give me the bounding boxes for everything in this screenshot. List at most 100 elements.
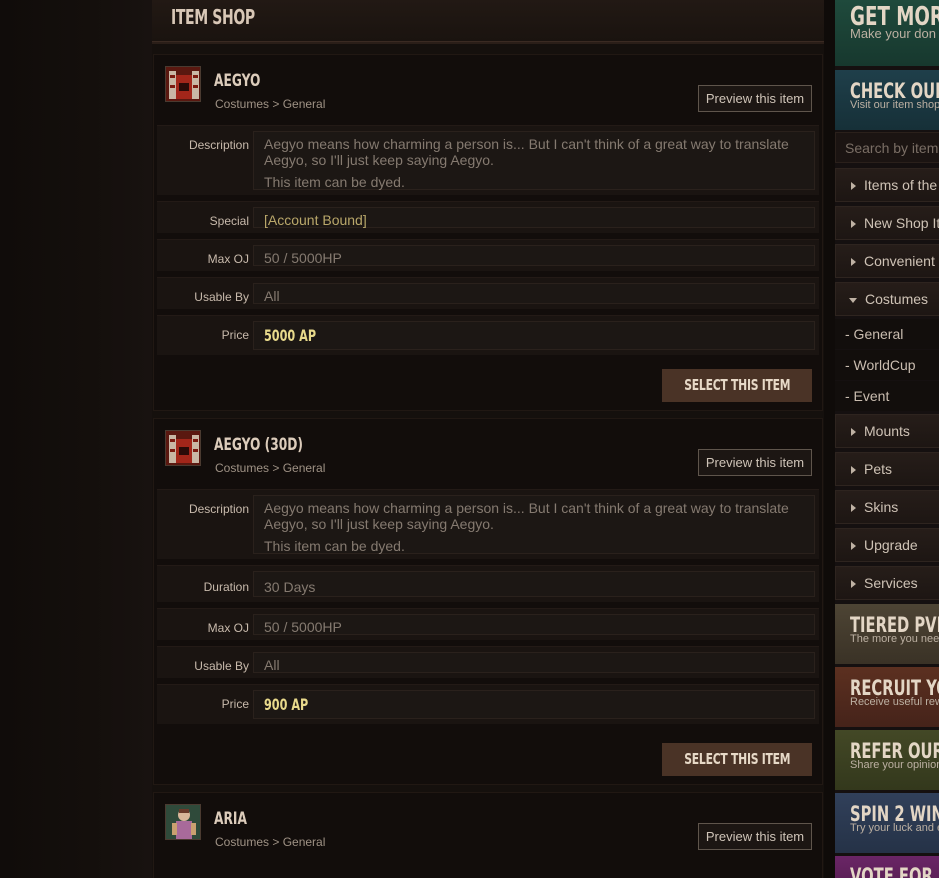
usable-by-value: All — [253, 652, 815, 673]
max-oj-row: Max OJ 50 / 5000HP — [157, 239, 819, 271]
banner-title: VOTE FOR US — [850, 864, 939, 878]
max-oj-value: 50 / 5000HP — [253, 614, 815, 635]
description-row: Description Aegyo means how charming a p… — [157, 489, 819, 559]
caret-down-icon — [849, 297, 857, 303]
price-text: 5000 AP — [264, 326, 317, 345]
description-row: Description Aegyo means how charming a p… — [157, 125, 819, 195]
banner-title: CHECK OUR IT — [850, 79, 939, 103]
select-item-button[interactable]: SELECT THIS ITEM — [662, 743, 812, 776]
menu-new-shop-items[interactable]: New Shop It — [835, 206, 939, 240]
description-label: Description — [188, 138, 249, 152]
usable-by-label: Usable By — [194, 659, 249, 673]
duration-row: Duration 30 Days — [157, 565, 819, 602]
menu-skins[interactable]: Skins — [835, 490, 939, 524]
item-category: Costumes > General — [215, 461, 326, 475]
submenu-general[interactable]: - General — [835, 319, 939, 349]
banner-title: GET MOR — [850, 2, 939, 32]
item-name: AEGYO — [214, 71, 261, 91]
menu-label: New Shop It — [864, 215, 939, 231]
spin-2-win-banner[interactable]: SPIN 2 WIN Try your luck and e — [835, 793, 939, 853]
caret-right-icon — [851, 580, 856, 589]
shop-item-card: ARIA Costumes > General Preview this ite… — [153, 792, 823, 878]
banner-title: TIERED PVP R — [850, 613, 939, 637]
description-text: Aegyo means how charming a person is... … — [264, 136, 789, 168]
submenu-event[interactable]: - Event — [835, 381, 939, 411]
menu-label: Costumes — [865, 291, 929, 307]
price-row: Price 5000 AP — [157, 315, 819, 355]
menu-costumes[interactable]: Costumes — [835, 282, 939, 316]
menu-label: Convenient — [864, 253, 935, 269]
menu-upgrade[interactable]: Upgrade — [835, 528, 939, 562]
menu-label: Mounts — [864, 423, 910, 439]
max-oj-row: Max OJ 50 / 5000HP — [157, 608, 819, 640]
item-header: AEGYO (30D) Costumes > General Preview t… — [154, 419, 822, 489]
caret-right-icon — [851, 466, 856, 475]
menu-pets[interactable]: Pets — [835, 452, 939, 486]
shop-sidebar: GET MOR Make your don CHECK OUR IT Visit… — [835, 0, 939, 878]
caret-right-icon — [851, 258, 856, 267]
caret-right-icon — [851, 182, 856, 191]
caret-right-icon — [851, 220, 856, 229]
menu-label: Skins — [864, 499, 899, 515]
description-value: Aegyo means how charming a person is... … — [253, 495, 815, 554]
menu-label: Pets — [864, 461, 893, 477]
select-item-button[interactable]: SELECT THIS ITEM — [662, 369, 812, 402]
price-text: 900 AP — [264, 695, 309, 714]
check-items-banner[interactable]: CHECK OUR IT Visit our item shop — [835, 70, 939, 130]
banner-title: REFER OUR S — [850, 739, 939, 763]
usable-by-row: Usable By All — [157, 277, 819, 309]
menu-label: Items of the — [864, 177, 938, 193]
item-name: ARIA — [214, 809, 247, 829]
caret-right-icon — [851, 542, 856, 551]
description-value: Aegyo means how charming a person is... … — [253, 131, 815, 190]
price-value: 900 AP — [253, 690, 815, 719]
page-background-left — [0, 0, 152, 878]
item-header: ARIA Costumes > General Preview this ite… — [154, 793, 822, 863]
description-note: This item can be dyed. — [264, 538, 405, 554]
tiered-pvp-banner[interactable]: TIERED PVP R The more you nee — [835, 604, 939, 664]
description-note: This item can be dyed. — [264, 174, 405, 190]
shop-item-card: AEGYO (30D) Costumes > General Preview t… — [153, 418, 823, 785]
caret-right-icon — [851, 428, 856, 437]
item-search-input[interactable]: Search by item — [835, 132, 939, 163]
preview-item-button[interactable]: Preview this item — [698, 823, 812, 850]
recruit-banner[interactable]: RECRUIT YOU Receive useful rew — [835, 667, 939, 727]
special-value: [Account Bound] — [253, 207, 815, 228]
banner-title: RECRUIT YOU — [850, 676, 939, 700]
duration-label: Duration — [203, 580, 249, 594]
vote-banner[interactable]: VOTE FOR US — [835, 856, 939, 878]
special-label: Special — [209, 214, 249, 228]
special-row: Special [Account Bound] — [157, 201, 819, 233]
costume-item-icon — [165, 804, 201, 840]
preview-item-button[interactable]: Preview this item — [698, 85, 812, 112]
banner-title: SPIN 2 WIN — [850, 802, 939, 826]
description-text: Aegyo means how charming a person is... … — [264, 500, 789, 532]
page-title: ITEM SHOP — [171, 5, 255, 29]
caret-right-icon — [851, 504, 856, 513]
submenu-worldcup[interactable]: - WorldCup — [835, 350, 939, 380]
menu-services[interactable]: Services — [835, 566, 939, 600]
menu-convenient[interactable]: Convenient — [835, 244, 939, 278]
menu-items-of-the[interactable]: Items of the — [835, 168, 939, 202]
select-item-label: SELECT THIS ITEM — [683, 376, 791, 394]
price-row: Price 900 AP — [157, 684, 819, 724]
menu-label: Upgrade — [864, 537, 918, 553]
shop-item-card: AEGYO Costumes > General Preview this it… — [153, 54, 823, 411]
price-value: 5000 AP — [253, 321, 815, 350]
description-label: Description — [188, 502, 249, 516]
menu-mounts[interactable]: Mounts — [835, 414, 939, 448]
select-item-label: SELECT THIS ITEM — [683, 750, 791, 768]
usable-by-row: Usable By All — [157, 646, 819, 678]
usable-by-value: All — [253, 283, 815, 304]
max-oj-value: 50 / 5000HP — [253, 245, 815, 266]
max-oj-label: Max OJ — [207, 621, 249, 635]
costume-item-icon — [165, 430, 201, 466]
item-category: Costumes > General — [215, 835, 326, 849]
usable-by-label: Usable By — [194, 290, 249, 304]
refer-banner[interactable]: REFER OUR S Share your opinion — [835, 730, 939, 790]
item-name: AEGYO (30D) — [214, 435, 303, 455]
item-category: Costumes > General — [215, 97, 326, 111]
preview-item-button[interactable]: Preview this item — [698, 449, 812, 476]
get-more-banner[interactable]: GET MOR Make your don — [835, 0, 939, 66]
menu-label: Services — [864, 575, 918, 591]
